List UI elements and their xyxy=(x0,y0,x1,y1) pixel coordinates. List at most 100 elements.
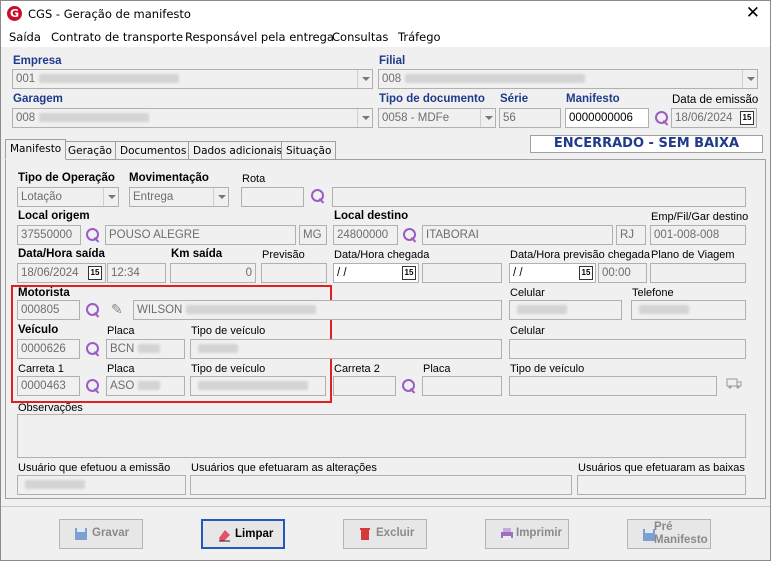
carreta1-code[interactable]: 0000463 xyxy=(17,376,80,396)
manifesto-search-icon[interactable] xyxy=(654,110,670,126)
carreta2-placa xyxy=(422,376,502,396)
imprimir-button[interactable]: Imprimir xyxy=(485,519,569,549)
data-saida-time[interactable]: 12:34 xyxy=(107,263,166,283)
motorista-name: WILSON xyxy=(133,300,502,320)
gravar-button[interactable]: Gravar xyxy=(59,519,143,549)
local-destino-city: ITABORAI xyxy=(422,225,613,245)
calendar-icon[interactable]: 15 xyxy=(402,266,416,280)
celular2-field xyxy=(509,339,746,359)
garagem-select[interactable]: 008 xyxy=(12,108,373,128)
plano-viagem-field xyxy=(650,263,746,283)
celular2-label: Celular xyxy=(510,325,545,337)
carreta2-tipo-label: Tipo de veículo xyxy=(510,363,585,375)
data-chegada-label: Data/Hora chegada xyxy=(334,249,430,261)
tipo-operacao-label: Tipo de Operação xyxy=(18,172,115,184)
manifesto-label: Manifesto xyxy=(566,93,620,105)
usuario-emissao-label: Usuário que efetuou a emissão xyxy=(18,462,171,474)
save-icon xyxy=(75,528,87,540)
filial-select[interactable]: 008 xyxy=(378,69,758,89)
veiculo-search-icon[interactable] xyxy=(85,341,101,357)
previsao-label: Previsão xyxy=(262,249,305,261)
driver-icon[interactable]: ✎ xyxy=(111,301,123,318)
km-saida-field[interactable]: 0 xyxy=(170,263,256,283)
title-bar: G CGS - Geração de manifesto ✕ xyxy=(1,1,770,27)
local-destino-search-icon[interactable] xyxy=(402,227,418,243)
status-badge: ENCERRADO - SEM BAIXA xyxy=(530,135,763,153)
plano-viagem-label: Plano de Viagem xyxy=(651,249,735,261)
local-origem-label: Local origem xyxy=(18,210,90,222)
tab-documentos[interactable]: Documentos xyxy=(115,141,192,160)
data-chegada-time[interactable] xyxy=(422,263,502,283)
movimentacao-label: Movimentação xyxy=(129,172,209,184)
movimentacao-select[interactable]: Entrega xyxy=(129,187,229,207)
trailer-icon[interactable] xyxy=(726,377,742,389)
carreta1-search-icon[interactable] xyxy=(85,378,101,394)
close-icon[interactable]: ✕ xyxy=(746,4,760,22)
observacoes-textarea[interactable] xyxy=(17,414,746,458)
trash-icon xyxy=(360,528,370,540)
app-window: G CGS - Geração de manifesto ✕ Saída Con… xyxy=(0,0,771,561)
rota-code-field[interactable] xyxy=(241,187,304,207)
tab-geracao[interactable]: Geração xyxy=(63,141,117,160)
excluir-button[interactable]: Excluir xyxy=(343,519,427,549)
km-saida-label: Km saída xyxy=(171,248,223,260)
rota-search-icon[interactable] xyxy=(310,188,326,204)
menu-contrato[interactable]: Contrato de transporte xyxy=(51,30,183,44)
previsao-field xyxy=(261,263,327,283)
tipo-documento-label: Tipo de documento xyxy=(379,93,485,105)
usuarios-alteracoes-label: Usuários que efetuaram as alterações xyxy=(191,462,377,474)
pre-manifesto-button[interactable]: Pré Manifesto xyxy=(627,519,711,549)
calendar-icon[interactable]: 15 xyxy=(740,111,754,125)
veiculo-code[interactable]: 0000626 xyxy=(17,339,80,359)
menu-trafego[interactable]: Tráfego xyxy=(398,30,441,44)
motorista-code[interactable]: 000805 xyxy=(17,300,80,320)
menu-responsavel[interactable]: Responsável pela entrega xyxy=(185,30,334,44)
telefone-label: Telefone xyxy=(632,287,674,299)
calendar-icon[interactable]: 15 xyxy=(579,266,593,280)
menu-bar: Saída Contrato de transporte Responsável… xyxy=(1,27,770,47)
menu-consultas[interactable]: Consultas xyxy=(332,30,388,44)
telefone-field xyxy=(631,300,746,320)
menu-saida[interactable]: Saída xyxy=(9,30,41,44)
carreta2-code[interactable] xyxy=(333,376,396,396)
empresa-label: Empresa xyxy=(13,55,62,67)
calendar-icon[interactable]: 15 xyxy=(88,266,102,280)
garagem-label: Garagem xyxy=(13,93,63,105)
usuarios-baixas-field xyxy=(577,475,746,495)
local-origem-code[interactable]: 37550000 xyxy=(17,225,81,245)
tab-manifesto[interactable]: Manifesto xyxy=(5,139,67,160)
motorista-label: Motorista xyxy=(18,287,70,299)
carreta2-label: Carreta 2 xyxy=(334,363,380,375)
tipo-veiculo-label: Tipo de veículo xyxy=(191,325,266,337)
carreta2-tipo-field xyxy=(509,376,717,396)
emp-fil-gar-label: Emp/Fil/Gar destino xyxy=(651,211,749,223)
usuarios-alteracoes-field xyxy=(190,475,572,495)
carreta2-search-icon[interactable] xyxy=(401,378,417,394)
tab-situacao[interactable]: Situação xyxy=(281,141,337,160)
empresa-select[interactable]: 001 xyxy=(12,69,373,89)
serie-field[interactable]: 56 xyxy=(499,108,561,128)
serie-label: Série xyxy=(500,93,529,105)
data-prev-chegada-label: Data/Hora previsão chegada xyxy=(510,249,651,261)
local-destino-uf: RJ xyxy=(616,225,646,245)
filial-label: Filial xyxy=(379,55,406,67)
celular-field xyxy=(509,300,622,320)
motorista-search-icon[interactable] xyxy=(85,302,101,318)
tipo-operacao-select[interactable]: Lotação xyxy=(17,187,119,207)
local-destino-code[interactable]: 24800000 xyxy=(333,225,398,245)
local-origem-search-icon[interactable] xyxy=(85,227,101,243)
window-title: CGS - Geração de manifesto xyxy=(28,7,191,21)
carreta1-tipo-label: Tipo de veículo xyxy=(191,363,266,375)
local-origem-uf: MG xyxy=(299,225,327,245)
tipo-documento-select[interactable]: 0058 - MDFe xyxy=(378,108,496,128)
veiculo-placa: BCN xyxy=(106,339,185,359)
data-saida-label: Data/Hora saída xyxy=(18,248,105,260)
local-destino-label: Local destino xyxy=(334,210,409,222)
eraser-icon xyxy=(219,530,230,542)
manifesto-field[interactable]: 0000000006 xyxy=(565,108,649,128)
usuarios-baixas-label: Usuários que efetuaram as baixas xyxy=(578,462,745,474)
emp-fil-gar-field: 001-008-008 xyxy=(650,225,746,245)
data-prev-chegada-time[interactable]: 00:00 xyxy=(598,263,647,283)
limpar-button[interactable]: Limpar xyxy=(201,519,285,549)
tab-dados-adicionais[interactable]: Dados adicionais xyxy=(188,141,288,160)
